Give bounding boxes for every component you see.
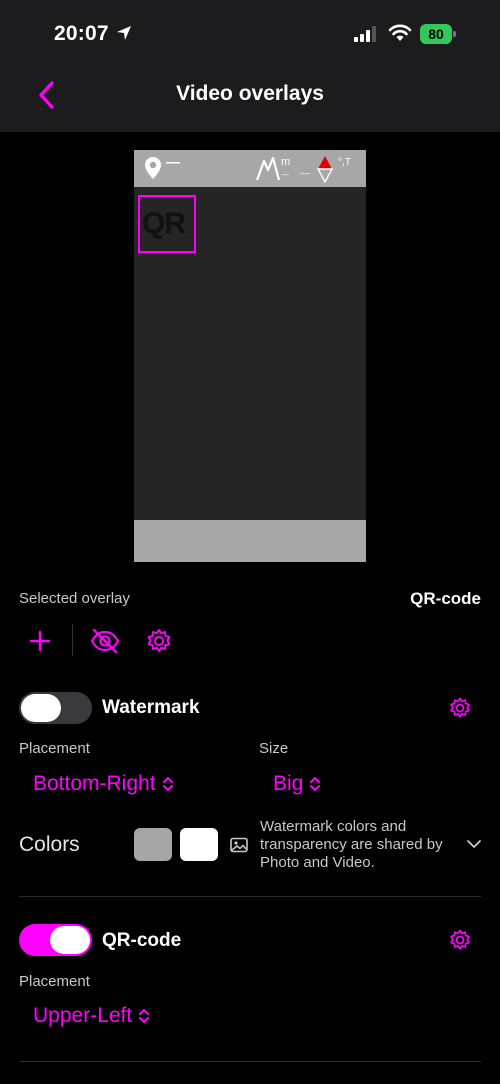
qr-code-title: QR-code [102, 930, 182, 951]
gear-icon[interactable] [144, 626, 174, 656]
chevron-updown-icon [310, 777, 321, 791]
top-bar: 20:07 80 Video overlays [0, 0, 500, 132]
color-swatch-primary[interactable] [134, 828, 172, 861]
battery-level: 80 [420, 24, 452, 44]
color-swatch-secondary[interactable] [180, 828, 218, 861]
qr-code-placement-select[interactable]: Upper-Left [33, 1004, 150, 1028]
watermark-placement-label: Placement [19, 740, 90, 757]
overlay-preview: m --- __ °,T QR [134, 150, 366, 562]
watermark-gear-icon[interactable] [447, 695, 473, 721]
signal-icon [354, 26, 376, 42]
battery-icon: 80 [420, 24, 456, 44]
chevron-down-icon[interactable] [466, 838, 482, 850]
chevron-updown-icon [162, 777, 173, 791]
watermark-size-value: Big [273, 772, 304, 795]
qr-code-overlay[interactable]: QR [138, 195, 196, 253]
altitude-unit: m [281, 156, 291, 168]
mountain-icon [256, 156, 280, 181]
watermark-toggle[interactable] [19, 692, 92, 724]
location-arrow-icon [117, 26, 131, 40]
preview-top-bar: m --- __ °,T [134, 150, 366, 187]
watermark-size-label: Size [259, 740, 289, 757]
temperature-label: °,T [338, 157, 351, 168]
location-text-placeholder [166, 162, 180, 164]
watermark-title: Watermark [102, 697, 200, 718]
toggle-knob [21, 694, 61, 722]
status-time: 20:07 [54, 22, 109, 45]
plus-icon[interactable] [25, 626, 55, 656]
qr-code-placement-label: Placement [19, 973, 90, 990]
eye-slash-icon[interactable] [89, 626, 121, 656]
watermark-size-select[interactable]: Big [273, 772, 321, 796]
altitude-value: --- [281, 170, 289, 179]
chevron-updown-icon [139, 1009, 150, 1023]
selected-overlay-label: Selected overlay [19, 590, 130, 607]
altitude-dash: __ [300, 164, 311, 174]
image-icon[interactable] [230, 837, 248, 853]
qr-code-placement-value: Upper-Left [33, 1004, 133, 1027]
qr-code-toggle[interactable] [19, 924, 92, 956]
watermark-placement-value: Bottom-Right [33, 772, 156, 795]
toolbar-divider [72, 624, 73, 656]
qr-code-gear-icon[interactable] [447, 927, 473, 953]
map-pin-icon [145, 157, 161, 179]
selected-overlay-value: QR-code [410, 589, 481, 608]
toggle-knob [50, 926, 90, 954]
qr-placeholder-text: QR [142, 207, 186, 240]
watermark-placement-select[interactable]: Bottom-Right [33, 772, 174, 796]
colors-label: Colors [19, 833, 80, 856]
page-title: Video overlays [176, 82, 324, 105]
watermark-colors-note: Watermark colors and transparency are sh… [260, 818, 443, 871]
compass-icon [317, 156, 333, 183]
preview-bottom-bar [134, 520, 366, 562]
section-divider [19, 1061, 481, 1062]
wifi-icon [388, 24, 412, 41]
section-divider [19, 896, 481, 897]
